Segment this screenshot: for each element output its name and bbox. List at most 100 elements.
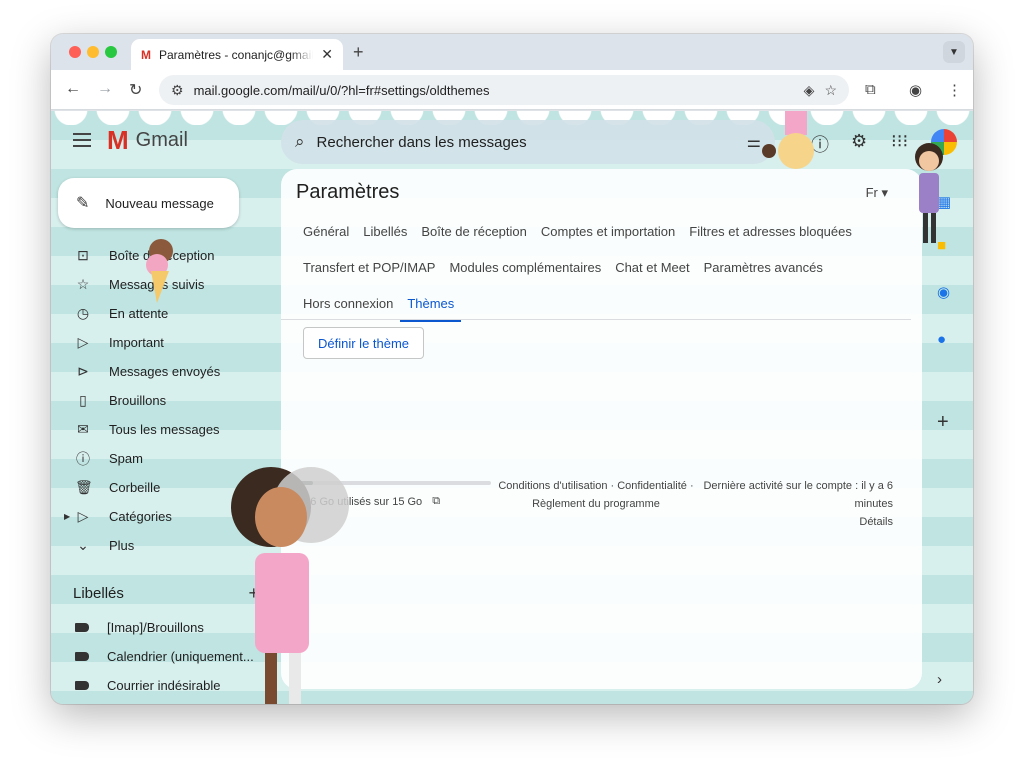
lens-icon[interactable]: ◈: [804, 82, 815, 99]
tab-addons[interactable]: Modules complémentaires: [449, 256, 601, 279]
tab-search-icon[interactable]: ▼: [943, 41, 965, 63]
tab-accounts[interactable]: Comptes et importation: [541, 220, 675, 243]
gmail-m-icon: M: [107, 125, 129, 155]
expand-caret-icon[interactable]: ▶: [64, 512, 70, 521]
new-tab-icon[interactable]: +: [353, 42, 364, 63]
girl-illustration-icon: [231, 467, 349, 704]
gmail-favicon-icon: M: [141, 47, 151, 62]
sidebar-item-label: Messages envoyés: [109, 364, 221, 379]
url-text: mail.google.com/mail/u/0/?hl=fr#settings…: [193, 82, 490, 98]
sidebar-item-label: Tous les messages: [109, 422, 220, 437]
last-activity-text: Dernière activité sur le compte : il y a…: [703, 480, 893, 510]
all-mail-icon: ✉: [77, 421, 89, 437]
trash-icon: 🗑: [75, 479, 93, 495]
tab-labels[interactable]: Libellés: [363, 220, 407, 243]
search-icon[interactable]: ⌕: [295, 132, 305, 152]
add-addon-icon[interactable]: +: [937, 411, 949, 434]
label-tag-icon: [75, 681, 89, 690]
show-side-panel-icon[interactable]: ›: [937, 671, 942, 688]
sidebar-item-label: Spam: [109, 451, 143, 466]
maximize-window-button[interactable]: [105, 46, 117, 58]
apps-grid-icon[interactable]: ⁝⁝⁝: [891, 131, 908, 152]
settings-tabs: Général Libellés Boîte de réception Comp…: [303, 213, 903, 322]
browser-window: M Paramètres - conanjc@gmail. ✕ + ▼ ← → …: [51, 34, 973, 704]
footer-links: Conditions d'utilisation · Confidentiali…: [491, 477, 701, 513]
language-selector[interactable]: Fr ▾: [866, 185, 888, 201]
sidebar-item-all-mail[interactable]: ✉ Tous les messages: [51, 415, 281, 444]
settings-panel: Paramètres Fr ▾ Général Libellés Boîte d…: [281, 169, 922, 689]
gmail-page: M Gmail ⌕ Rechercher dans les messages ⚌…: [51, 111, 973, 704]
contacts-icon[interactable]: ●: [937, 331, 946, 348]
label-name: Courrier indésirable: [107, 678, 221, 693]
settings-tabs-row: Hors connexion Thèmes: [303, 285, 903, 322]
program-policy-link[interactable]: Règlement du programme: [491, 495, 701, 513]
address-bar[interactable]: ⚙ mail.google.com/mail/u/0/?hl=fr#settin…: [159, 75, 849, 105]
sidebar-item-important[interactable]: ▷ Important: [51, 328, 281, 357]
browser-toolbar: ← → ↻ ⚙ mail.google.com/mail/u/0/?hl=fr#…: [51, 70, 973, 110]
open-external-icon[interactable]: ⧉: [432, 495, 440, 508]
sidebar-item-sent[interactable]: ⊳ Messages envoyés: [51, 357, 281, 386]
tab-title: Paramètres - conanjc@gmail.: [159, 47, 314, 62]
tab-offline[interactable]: Hors connexion: [303, 292, 393, 315]
compose-button[interactable]: ✎ Nouveau message: [58, 178, 239, 228]
search-bar[interactable]: ⌕ Rechercher dans les messages ⚌: [281, 120, 775, 164]
settings-tabs-row: Transfert et POP/IMAP Modules complément…: [303, 249, 903, 285]
tab-themes[interactable]: Thèmes: [400, 292, 462, 322]
sidebar-item-label: Corbeille: [109, 480, 161, 495]
sidebar-item-label: Important: [109, 335, 164, 350]
pencil-icon: ✎: [76, 195, 90, 212]
minimize-window-button[interactable]: [87, 46, 99, 58]
tab-filters[interactable]: Filtres et adresses bloquées: [689, 220, 852, 243]
main-menu-icon[interactable]: [73, 133, 91, 151]
reload-icon[interactable]: ↻: [129, 80, 142, 100]
compose-label: Nouveau message: [105, 195, 214, 211]
girl-side-icon: [915, 143, 943, 243]
sidebar-item-label: Brouillons: [109, 393, 167, 408]
terms-link[interactable]: Conditions d'utilisation · Confidentiali…: [491, 477, 701, 495]
label-tag-icon: [75, 623, 89, 632]
close-window-button[interactable]: [69, 46, 81, 58]
tab-forwarding[interactable]: Transfert et POP/IMAP: [303, 256, 435, 279]
important-icon: ▷: [77, 334, 89, 350]
profile-icon[interactable]: ◉: [909, 81, 922, 99]
settings-tabs-row: Général Libellés Boîte de réception Comp…: [303, 213, 903, 249]
label-outline-icon: ▷: [77, 508, 89, 524]
tabs-divider: [281, 319, 911, 320]
close-tab-icon[interactable]: ✕: [321, 46, 333, 63]
extensions-icon[interactable]: ⧉: [865, 81, 876, 98]
details-link[interactable]: Détails: [693, 513, 893, 531]
page-title: Paramètres: [296, 181, 400, 203]
tab-advanced[interactable]: Paramètres avancés: [704, 256, 823, 279]
search-input[interactable]: Rechercher dans les messages: [317, 134, 735, 151]
tab-chat-meet[interactable]: Chat et Meet: [615, 256, 689, 279]
site-settings-icon[interactable]: ⚙: [171, 82, 184, 99]
sidebar-item-drafts[interactable]: ▯ Brouillons: [51, 386, 281, 415]
labels-heading: Libellés: [73, 585, 124, 602]
ice-cream-icon: [146, 239, 173, 303]
tasks-icon[interactable]: ◉: [937, 283, 950, 301]
label-name: [Imap]/Brouillons: [107, 620, 204, 635]
set-theme-button[interactable]: Définir le thème: [303, 327, 425, 359]
forward-icon[interactable]: →: [97, 80, 113, 98]
browser-tab[interactable]: M Paramètres - conanjc@gmail. ✕: [131, 39, 343, 70]
search-options-icon[interactable]: ⚌: [747, 132, 761, 152]
browser-menu-icon[interactable]: ⋮: [947, 81, 962, 99]
inbox-icon: ⊡: [77, 247, 89, 263]
sidebar-item-label: Plus: [109, 538, 135, 553]
girl-upside-down-icon: [762, 111, 814, 169]
draft-icon: ▯: [79, 392, 87, 408]
account-activity: Dernière activité sur le compte : il y a…: [693, 477, 893, 531]
sidebar-item-label: Catégories: [109, 509, 172, 524]
gear-icon[interactable]: ⚙: [851, 131, 867, 152]
back-icon[interactable]: ←: [65, 80, 81, 98]
tab-strip: M Paramètres - conanjc@gmail. ✕ + ▼: [51, 34, 973, 70]
sidebar-item-label: En attente: [109, 306, 169, 321]
gmail-logo[interactable]: M Gmail: [107, 125, 188, 156]
tab-general[interactable]: Général: [303, 220, 349, 243]
tab-inbox[interactable]: Boîte de réception: [421, 220, 527, 243]
bookmark-star-icon[interactable]: ☆: [824, 82, 837, 99]
label-tag-icon: [75, 652, 89, 661]
language-value: Fr: [865, 185, 878, 200]
caret-down-icon: ▾: [881, 185, 888, 200]
spam-icon: ⓘ: [76, 450, 90, 467]
